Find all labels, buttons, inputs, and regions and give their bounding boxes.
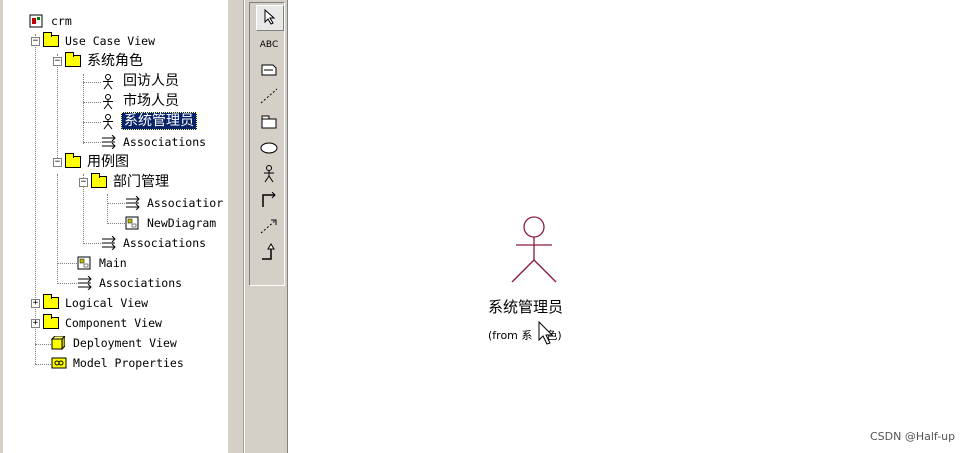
use-case-tool-button[interactable] <box>256 137 282 161</box>
generalization-icon <box>261 242 277 264</box>
tree-item-model-properties[interactable]: Model Properties <box>51 354 186 372</box>
actor-icon <box>101 114 117 130</box>
collapse-icon[interactable]: − <box>31 36 40 46</box>
properties-icon <box>51 356 67 370</box>
anchor-note-tool-button[interactable] <box>256 85 282 109</box>
collapse-icon[interactable]: − <box>53 157 62 167</box>
tree-item-actor-admin[interactable]: 系统管理员 <box>101 112 197 130</box>
tree-item-crm[interactable]: crm <box>29 12 74 30</box>
folder-icon <box>65 52 81 67</box>
tree-label: Use Case View <box>65 34 156 48</box>
package-tool-button[interactable] <box>256 111 282 135</box>
tree-item-dept-mgmt[interactable]: − 部门管理 <box>79 173 171 191</box>
note-tool-button[interactable] <box>256 59 282 83</box>
expand-icon[interactable]: + <box>31 318 40 328</box>
tree-item-associations[interactable]: Associations <box>77 274 184 292</box>
folder-icon <box>65 153 81 168</box>
tree-label: 系统管理员 <box>121 112 197 130</box>
select-tool-button[interactable] <box>256 5 284 31</box>
deployment-icon <box>50 334 67 351</box>
note-icon <box>261 64 277 79</box>
folder-icon <box>43 314 59 329</box>
actor-figure[interactable] <box>504 214 564 286</box>
actor-tool-button[interactable] <box>256 163 282 187</box>
associations-icon <box>101 235 117 251</box>
actor-from-prefix: (from 系 <box>488 329 533 342</box>
tree-label: Associations <box>99 276 183 290</box>
collapse-icon[interactable]: − <box>53 56 62 66</box>
tree-item-association[interactable]: Associatior <box>125 194 225 212</box>
toolbox-frame: ABC <box>249 2 285 286</box>
folder-icon <box>43 32 59 47</box>
tree-item-main[interactable]: Main <box>77 254 129 272</box>
dependency-tool-button[interactable] <box>256 215 282 239</box>
tree-item-actor-market[interactable]: 市场人员 <box>101 92 181 110</box>
tree-label: Logical View <box>65 296 149 310</box>
tree-label: Component View <box>65 316 162 330</box>
diagram-icon <box>77 256 93 270</box>
tree-label: crm <box>51 14 72 28</box>
tree-label: 系统角色 <box>87 53 143 69</box>
actor-icon <box>101 94 117 110</box>
actor-icon <box>101 74 117 90</box>
diagram-toolbox: ABC <box>244 0 288 453</box>
pointer-icon <box>264 8 276 28</box>
dashed-line-icon <box>260 88 278 107</box>
generalization-tool-button[interactable] <box>256 241 282 265</box>
associations-icon <box>101 134 117 150</box>
folder-icon <box>43 294 59 309</box>
associations-icon <box>77 275 93 291</box>
model-icon <box>29 14 45 28</box>
actor-icon <box>262 164 276 186</box>
tree-item-new-diagram[interactable]: NewDiagram <box>125 214 218 232</box>
tree-label: Deployment View <box>73 336 177 350</box>
tree-label: Associations <box>123 135 207 149</box>
tree-item-logical-view[interactable]: + Logical View <box>31 294 150 312</box>
tree-item-actor-visit[interactable]: 回访人员 <box>101 72 181 90</box>
tree-label: Associations <box>123 236 207 250</box>
tree-label: Main <box>99 256 127 270</box>
text-tool-button[interactable]: ABC <box>256 33 282 57</box>
tree-label: 部门管理 <box>113 174 169 190</box>
tree-item-system-roles[interactable]: − 系统角色 <box>53 52 145 70</box>
diagram-canvas[interactable] <box>289 0 974 453</box>
tree-item-use-case-diagram[interactable]: − 用例图 <box>53 153 131 171</box>
tree-label: 用例图 <box>87 154 129 170</box>
tree-item-associations[interactable]: Associations <box>101 234 208 252</box>
collapse-icon[interactable]: − <box>79 177 88 187</box>
actor-name-label[interactable]: 系统管理员 <box>488 296 588 317</box>
tree-item-deployment-view[interactable]: Deployment View <box>50 334 179 352</box>
tree-item-use-case-view[interactable]: − Use Case View <box>31 32 157 50</box>
ellipse-icon <box>260 142 278 157</box>
expand-icon[interactable]: + <box>31 298 40 308</box>
dashed-arrow-icon <box>260 218 278 237</box>
tree-item-associations[interactable]: Associations <box>101 133 208 151</box>
folder-icon <box>91 173 107 188</box>
corner-arrow-icon <box>261 191 277 211</box>
pane-splitter[interactable] <box>232 0 244 453</box>
mouse-cursor-icon <box>538 321 554 345</box>
tree-label: Associatior <box>147 196 224 210</box>
unidirectional-association-tool-button[interactable] <box>256 189 282 213</box>
tree-item-component-view[interactable]: + Component View <box>31 314 164 332</box>
text-tool-label: ABC <box>259 40 279 50</box>
tree-label: 回访人员 <box>123 73 179 89</box>
diagram-icon <box>125 216 141 230</box>
tree-label: 市场人员 <box>123 93 179 109</box>
watermark: CSDN @Half-up <box>870 430 956 443</box>
associations-icon <box>125 195 141 211</box>
package-icon <box>261 115 277 132</box>
tree-label: NewDiagram <box>147 216 217 230</box>
model-browser-tree[interactable]: crm − Use Case View − 系统角色 回访人员 市场人员 系统管… <box>0 0 232 453</box>
tree-label: Model Properties <box>73 356 184 370</box>
